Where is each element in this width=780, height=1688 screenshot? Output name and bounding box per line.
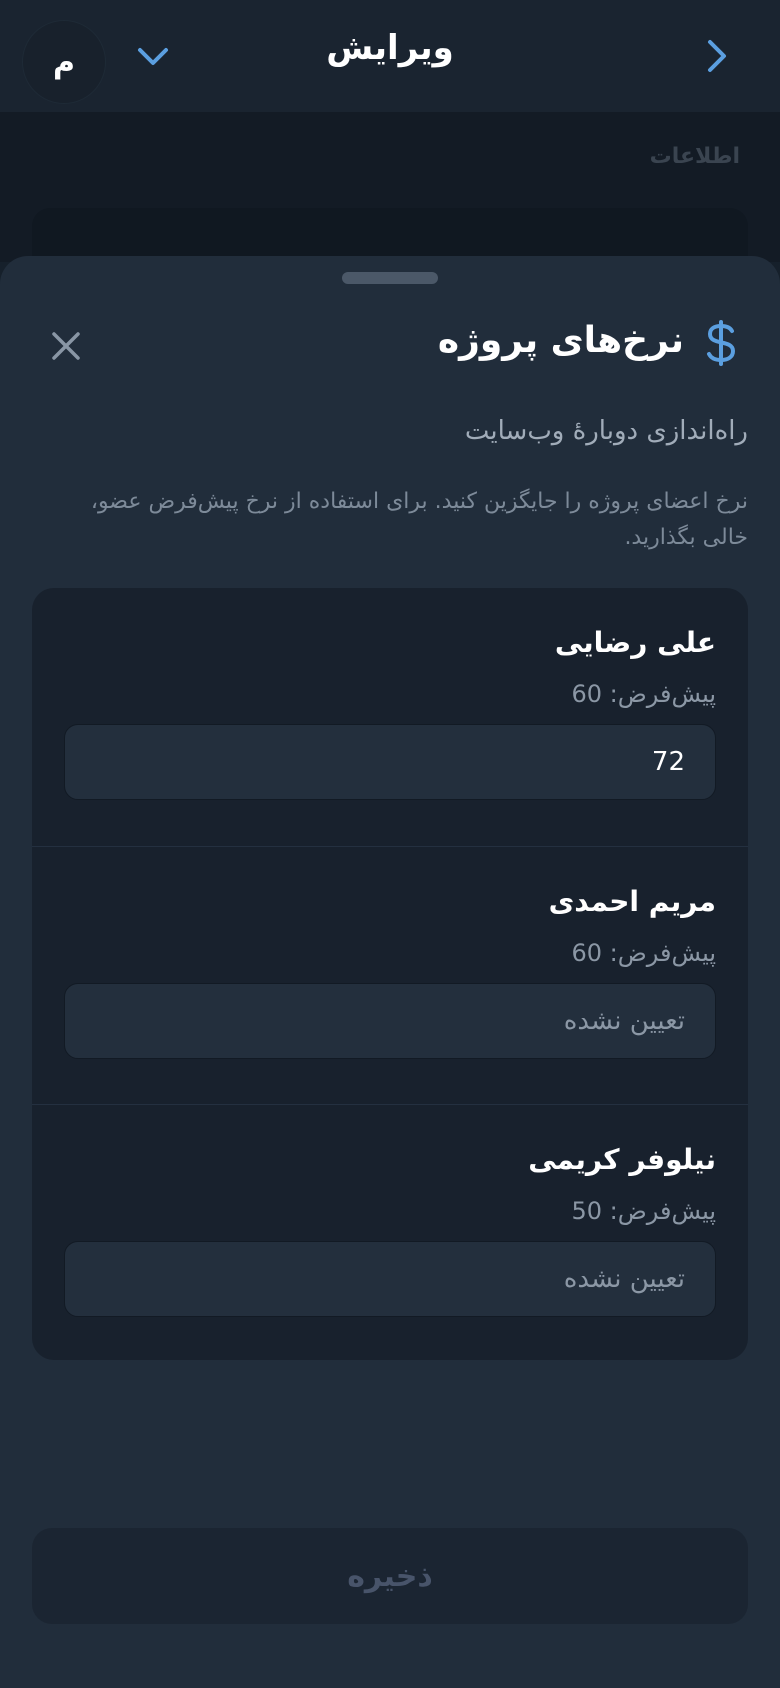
member-name: نیلوفر کریمی <box>528 1143 716 1176</box>
rate-input[interactable] <box>64 724 716 800</box>
avatar[interactable]: م <box>22 20 106 104</box>
project-rates-sheet: نرخ‌های پروژه راه‌اندازی دوبارهٔ وب‌سایت… <box>0 256 780 1688</box>
close-icon[interactable] <box>50 330 82 362</box>
member-name: مریم احمدی <box>548 885 716 918</box>
member-default-rate: پیش‌فرض: 50 <box>571 1197 716 1225</box>
member-default-rate: پیش‌فرض: 60 <box>571 680 716 708</box>
member-rates-list: علی رضایی پیش‌فرض: 60 مریم احمدی پیش‌فرض… <box>32 588 748 1360</box>
rate-input[interactable] <box>64 1241 716 1317</box>
list-item: نیلوفر کریمی پیش‌فرض: 50 <box>32 1104 748 1360</box>
member-name: علی رضایی <box>554 626 716 659</box>
project-name: راه‌اندازی دوبارهٔ وب‌سایت <box>464 416 748 446</box>
list-item: علی رضایی پیش‌فرض: 60 <box>32 588 748 846</box>
top-bar: ویرایش م <box>0 0 780 112</box>
list-item: مریم احمدی پیش‌فرض: 60 <box>32 846 748 1105</box>
member-default-rate: پیش‌فرض: 60 <box>571 939 716 967</box>
dollar-icon <box>707 320 736 366</box>
sheet-title: نرخ‌های پروژه <box>437 320 684 361</box>
rate-input[interactable] <box>64 983 716 1059</box>
save-button[interactable]: ذخیره <box>32 1528 748 1624</box>
sheet-description: نرخ اعضای پروژه را جایگزین کنید. برای اس… <box>90 489 748 550</box>
chevron-down-icon[interactable] <box>136 42 170 70</box>
drag-handle[interactable] <box>342 272 438 284</box>
page-title: ویرایش <box>326 28 454 68</box>
backdrop-overlay[interactable] <box>0 112 780 262</box>
